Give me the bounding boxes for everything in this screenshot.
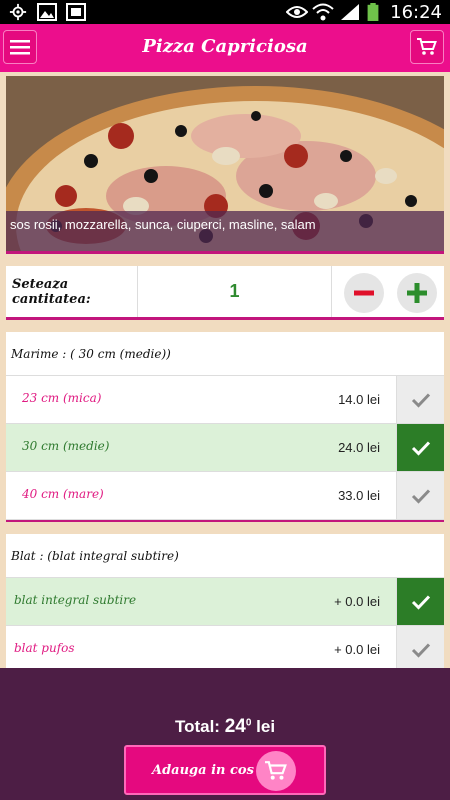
check-icon [411,440,430,456]
app-header: Pizza Capriciosa [0,24,450,72]
cart-icon [265,761,287,780]
status-time: 16:24 [390,2,442,23]
battery-icon [367,3,379,21]
cart-button[interactable] [410,30,444,64]
menu-button[interactable] [3,30,37,64]
option-price: + 0.0 lei [334,594,380,609]
total-price: Total: 240 lei [0,716,450,738]
size-title: Marime : ( 30 cm (medie)) [6,332,444,376]
product-image: sos rosii, mozzarella, sunca, ciuperci, … [6,76,444,254]
size-option-medium[interactable]: 30 cm (medie) 24.0 lei [6,424,444,472]
option-price: 24.0 lei [338,440,380,455]
option-name: 23 cm (mica) [22,391,102,405]
option-name: 30 cm (medie) [22,439,110,453]
option-checkbox[interactable] [396,578,444,625]
decrease-quantity-button[interactable] [344,273,384,313]
quantity-label: Seteaza cantitatea: [6,266,138,317]
quantity-value: 1 [138,266,332,317]
option-price: + 0.0 lei [334,642,380,657]
option-checkbox[interactable] [396,472,444,519]
status-bar: 16:24 [0,0,450,24]
gps-icon [9,3,27,21]
add-to-cart-label: Adauga in cos [152,763,254,778]
increase-quantity-button[interactable] [397,273,437,313]
size-options: Marime : ( 30 cm (medie)) 23 cm (mica) 1… [6,332,444,522]
crust-option-thin[interactable]: blat integral subtire + 0.0 lei [6,578,444,626]
ingredients-caption: sos rosii, mozzarella, sunca, ciuperci, … [6,211,444,251]
minus-icon [354,290,374,296]
cart-icon [417,38,437,55]
size-option-large[interactable]: 40 cm (mare) 33.0 lei [6,472,444,520]
check-icon [411,392,430,408]
option-name: blat pufos [14,641,75,655]
check-icon [411,642,430,658]
option-price: 14.0 lei [338,392,380,407]
option-name: blat integral subtire [14,593,137,607]
option-checkbox[interactable] [396,424,444,471]
menu-icon [10,40,30,55]
option-checkbox[interactable] [396,626,444,673]
option-price: 33.0 lei [338,488,380,503]
photos-icon [66,3,86,21]
page-title: Pizza Capriciosa [142,36,308,57]
option-name: 40 cm (mare) [22,487,104,501]
plus-icon [407,283,427,303]
check-icon [411,488,430,504]
total-value: 24 [224,716,246,737]
total-label: Total: [174,717,220,736]
wifi-icon [312,3,334,21]
crust-title: Blat : (blat integral subtire) [6,534,444,578]
total-currency: lei [256,717,276,736]
image-icon [37,3,57,21]
eye-icon [286,6,308,18]
total-decimal: 0 [245,717,252,729]
signal-icon [341,4,359,20]
order-footer: Total: 240 lei Adauga in cos [0,668,450,800]
crust-options: Blat : (blat integral subtire) blat inte… [6,534,444,674]
add-cart-badge [256,751,296,791]
check-icon [411,594,430,610]
size-option-small[interactable]: 23 cm (mica) 14.0 lei [6,376,444,424]
quantity-stepper: Seteaza cantitatea: 1 [6,266,444,320]
crust-option-fluffy[interactable]: blat pufos + 0.0 lei [6,626,444,674]
option-checkbox[interactable] [396,376,444,423]
add-to-cart-button[interactable]: Adauga in cos [124,745,326,795]
